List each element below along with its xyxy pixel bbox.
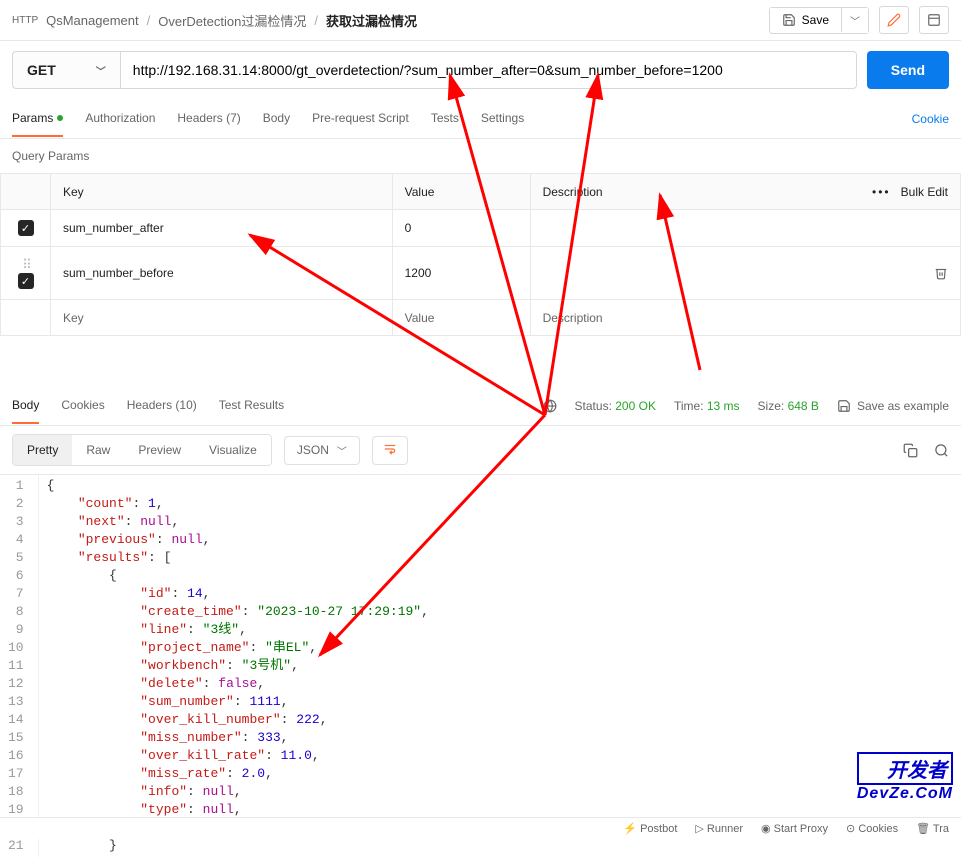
tab-prerequest[interactable]: Pre-request Script	[312, 101, 409, 137]
params-table: Key Value Description ••• Bulk Edit ✓ su…	[0, 173, 961, 336]
wrap-button[interactable]	[372, 436, 408, 465]
format-select[interactable]: JSON ﹀	[284, 436, 360, 465]
save-icon	[782, 13, 796, 27]
param-desc-placeholder[interactable]: Description	[530, 300, 960, 336]
send-button[interactable]: Send	[867, 51, 949, 89]
topbar: HTTP QsManagement / OverDetection过漏检情况 /…	[0, 0, 961, 41]
trash-link[interactable]: 🗑 Tra	[916, 822, 949, 835]
drag-handle[interactable]: ⠿	[22, 257, 29, 272]
breadcrumb-sep: /	[314, 13, 318, 28]
param-desc[interactable]	[530, 247, 960, 300]
tab-body[interactable]: Body	[263, 101, 290, 137]
breadcrumb-root[interactable]: QsManagement	[46, 13, 139, 28]
request-row: GET ﹀ Send	[0, 41, 961, 99]
save-icon	[837, 399, 851, 413]
col-key: Key	[51, 174, 393, 210]
view-raw[interactable]: Raw	[72, 435, 124, 465]
runner-link[interactable]: ▷ Runner	[695, 822, 743, 835]
globe-icon[interactable]	[543, 399, 557, 413]
pencil-icon	[887, 13, 901, 27]
bottombar: ⚡ Postbot ▷ Runner ◉ Start Proxy ⊙ Cooki…	[0, 817, 961, 839]
copy-icon[interactable]	[903, 443, 918, 458]
tab-params[interactable]: Params	[12, 101, 63, 137]
layout-button[interactable]	[919, 6, 949, 34]
code-content[interactable]: { "count": 1, "next": null, "previous": …	[39, 475, 961, 857]
response-code: 123456789101112131415161718192021 { "cou…	[0, 475, 961, 857]
tab-settings[interactable]: Settings	[481, 101, 524, 137]
save-group: Save ﹀	[769, 7, 869, 34]
breadcrumb-sep: /	[147, 13, 151, 28]
chevron-down-icon: ﹀	[96, 63, 106, 78]
cookies-link[interactable]: ⊙ Cookies	[846, 822, 898, 835]
table-header-row: Key Value Description ••• Bulk Edit	[1, 174, 961, 210]
view-preview[interactable]: Preview	[124, 435, 195, 465]
param-desc[interactable]	[530, 210, 960, 247]
breadcrumb-current: 获取过漏检情况	[326, 11, 417, 30]
rtab-cookies[interactable]: Cookies	[61, 388, 104, 424]
checkbox[interactable]: ✓	[18, 220, 34, 236]
rtab-testresults[interactable]: Test Results	[219, 388, 284, 424]
response-toolbar: Pretty Raw Preview Visualize JSON ﹀	[0, 426, 961, 475]
trash-icon[interactable]	[934, 266, 948, 280]
time-label: Time:	[674, 399, 704, 413]
rtab-body[interactable]: Body	[12, 388, 39, 424]
url-input[interactable]	[120, 51, 857, 89]
format-label: JSON	[297, 443, 329, 457]
more-icon[interactable]: •••	[872, 185, 891, 199]
tab-headers[interactable]: Headers (7)	[177, 101, 240, 137]
table-row-empty: Key Value Description	[1, 300, 961, 336]
status-label: Status:	[575, 399, 612, 413]
table-row: ⠿ ✓ sum_number_before 1200	[1, 247, 961, 300]
view-pretty[interactable]: Pretty	[13, 435, 72, 465]
watermark: 开发者 DevZe.CoM	[857, 752, 953, 803]
rtab-headers[interactable]: Headers (10)	[127, 388, 197, 424]
request-tabs: Params Authorization Headers (7) Body Pr…	[0, 99, 961, 139]
bulk-edit-link[interactable]: Bulk Edit	[901, 185, 948, 199]
edit-button[interactable]	[879, 6, 909, 34]
search-icon[interactable]	[934, 443, 949, 458]
protocol-badge: HTTP	[12, 15, 38, 26]
param-value[interactable]: 0	[392, 210, 530, 247]
size-label: Size:	[758, 399, 785, 413]
param-value[interactable]: 1200	[392, 247, 530, 300]
modified-dot	[57, 115, 63, 121]
postbot-link[interactable]: ⚡ Postbot	[623, 822, 677, 835]
save-chevron[interactable]: ﹀	[842, 8, 868, 33]
response-status: Status: 200 OK Time: 13 ms Size: 648 B S…	[543, 399, 949, 413]
response-tabs: Body Cookies Headers (10) Test Results S…	[0, 386, 961, 426]
time-value: 13 ms	[707, 399, 740, 413]
chevron-down-icon: ﹀	[337, 443, 347, 458]
breadcrumb: HTTP QsManagement / OverDetection过漏检情况 /…	[12, 11, 759, 30]
method-select[interactable]: GET ﹀	[12, 51, 120, 89]
view-group: Pretty Raw Preview Visualize	[12, 434, 272, 466]
save-example-button[interactable]: Save as example	[837, 399, 949, 413]
start-proxy-link[interactable]: ◉ Start Proxy	[761, 822, 828, 835]
cookies-link[interactable]: Cookie	[912, 112, 949, 126]
breadcrumb-mid[interactable]: OverDetection过漏检情况	[158, 11, 306, 30]
param-key-placeholder[interactable]: Key	[51, 300, 393, 336]
status-code: 200 OK	[615, 399, 656, 413]
col-value: Value	[392, 174, 530, 210]
param-value-placeholder[interactable]: Value	[392, 300, 530, 336]
view-visualize[interactable]: Visualize	[195, 435, 271, 465]
line-gutter: 123456789101112131415161718192021	[0, 475, 39, 857]
param-key[interactable]: sum_number_before	[51, 247, 393, 300]
tab-tests[interactable]: Tests	[431, 101, 459, 137]
save-button[interactable]: Save	[770, 8, 842, 32]
method-label: GET	[27, 62, 56, 78]
param-key[interactable]: sum_number_after	[51, 210, 393, 247]
table-row: ✓ sum_number_after 0	[1, 210, 961, 247]
col-desc: Description ••• Bulk Edit	[530, 174, 960, 210]
query-params-title: Query Params	[0, 139, 961, 173]
size-value: 648 B	[788, 399, 819, 413]
layout-icon	[927, 13, 941, 27]
wrap-icon	[383, 443, 397, 455]
save-label: Save	[802, 13, 829, 27]
tab-authorization[interactable]: Authorization	[85, 101, 155, 137]
tab-label: Params	[12, 111, 53, 125]
checkbox[interactable]: ✓	[18, 273, 34, 289]
